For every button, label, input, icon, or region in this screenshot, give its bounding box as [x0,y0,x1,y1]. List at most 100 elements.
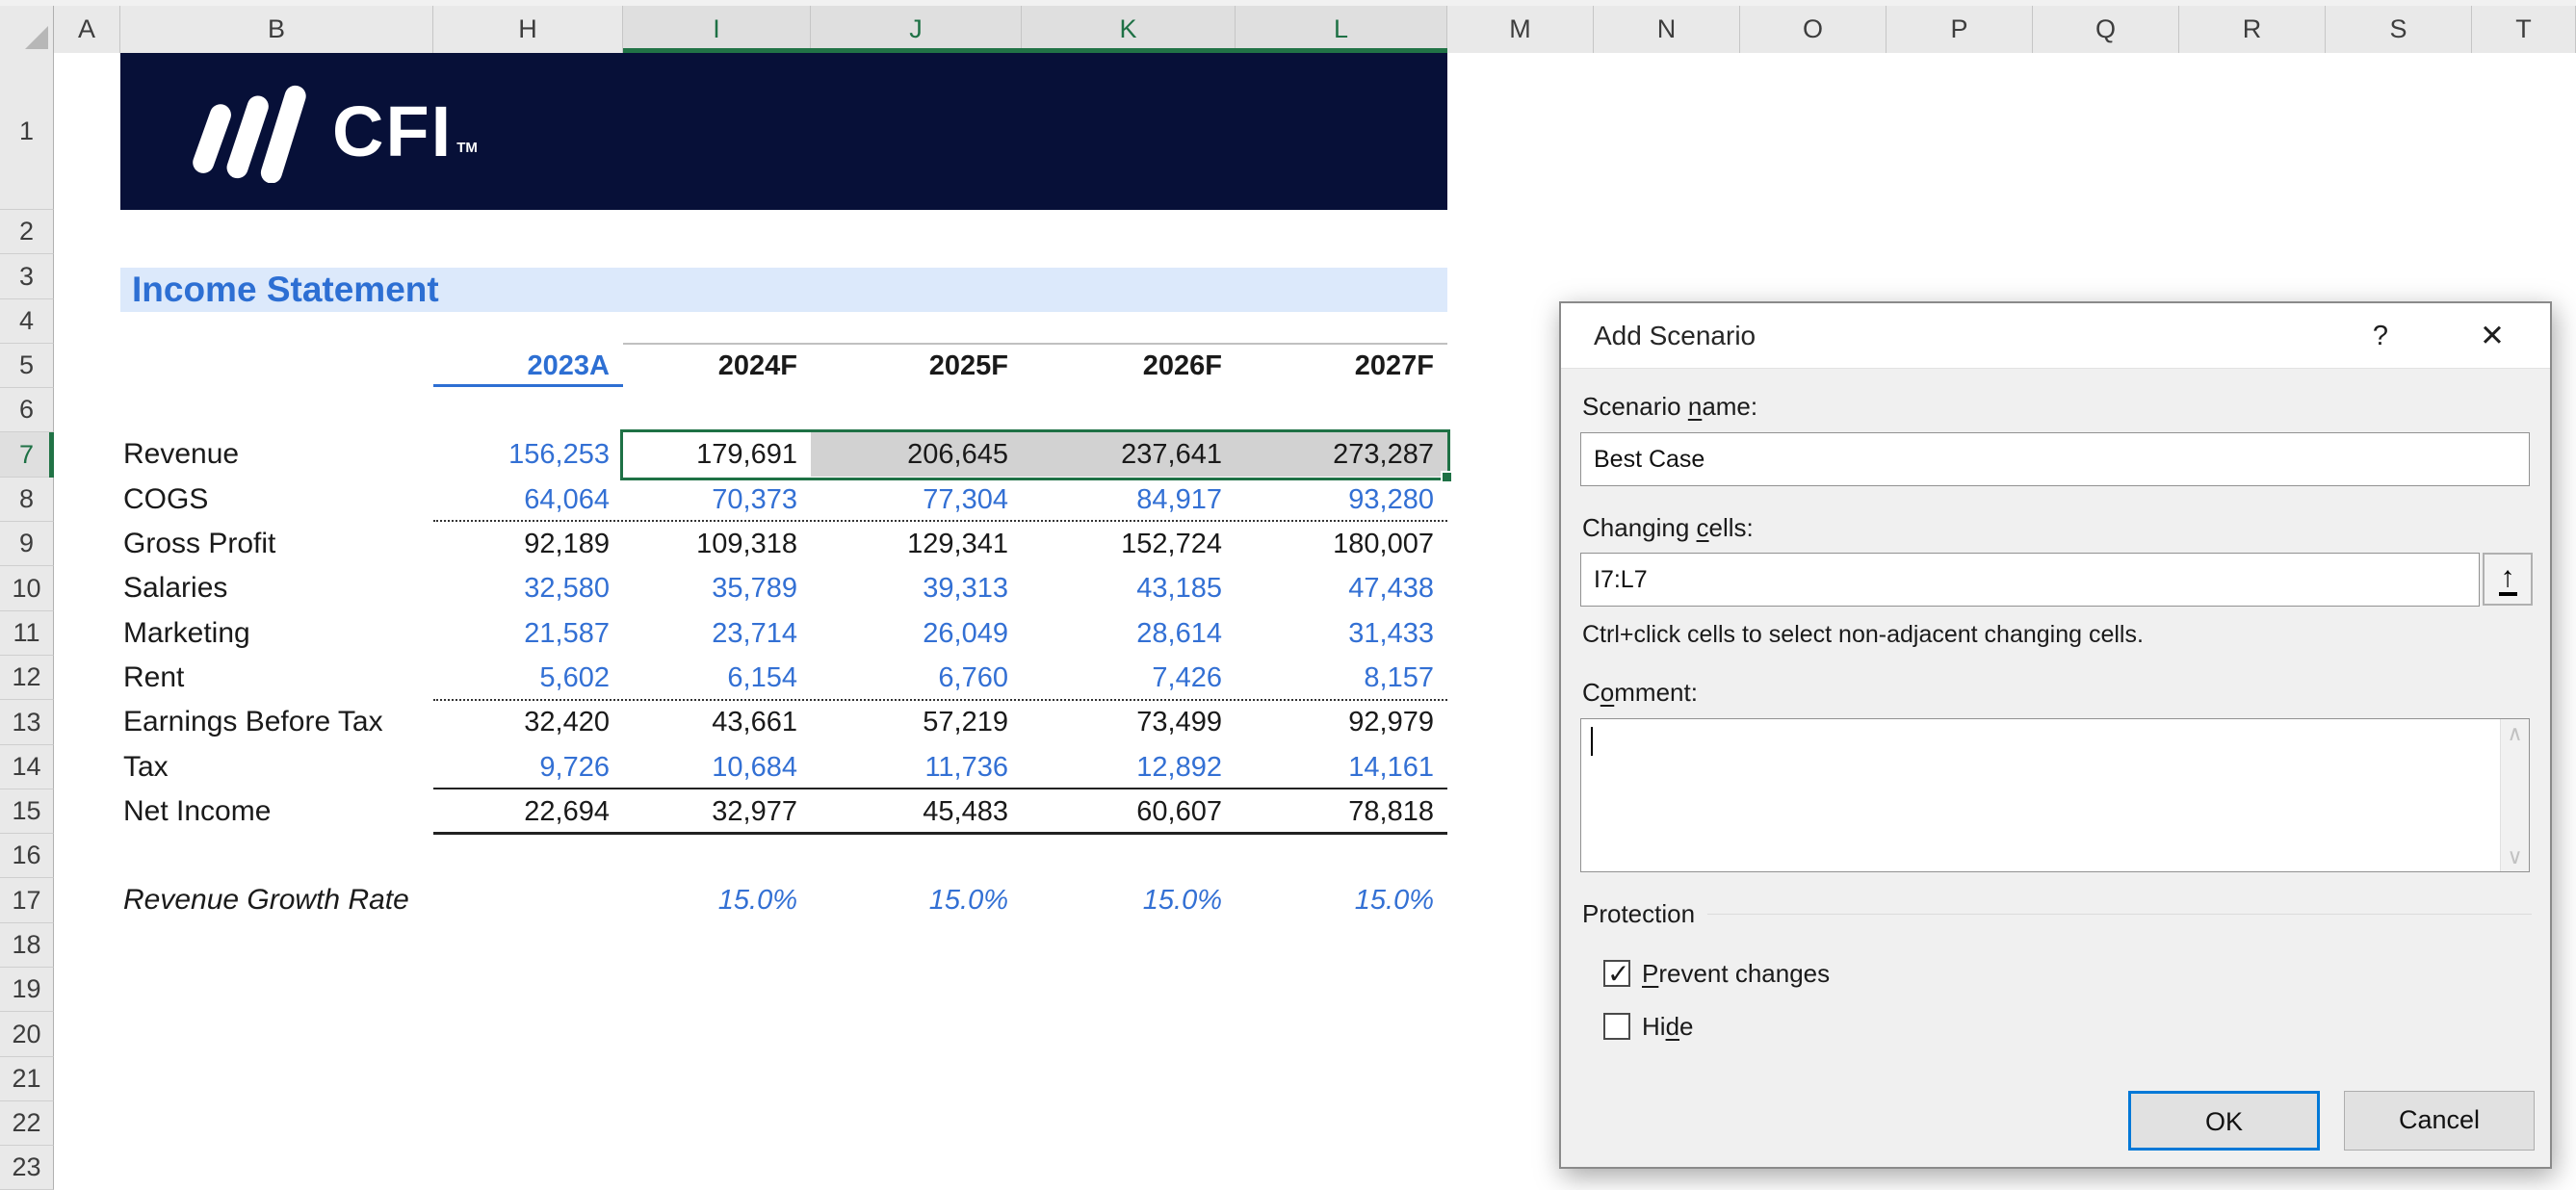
cell-label[interactable]: Marketing [123,611,431,656]
income-statement-title-band[interactable]: Income Statement [120,268,1447,312]
row-header-23[interactable]: 23 [0,1146,54,1190]
cell-value[interactable]: 92,189 [433,522,623,566]
row-header-19[interactable]: 19 [0,968,54,1012]
cell-value[interactable]: 15.0% [1022,878,1236,922]
cell-value[interactable]: 73,499 [1022,700,1236,744]
column-header-R[interactable]: R [2179,6,2326,53]
cell-value[interactable]: 32,420 [433,700,623,744]
row-header-13[interactable]: 13 [0,700,54,745]
cell-value[interactable]: 21,587 [433,611,623,656]
cell-value[interactable]: 129,341 [811,522,1022,566]
comment-textarea[interactable]: ∧ ∨ [1580,718,2530,872]
row-header-15[interactable]: 15 [0,789,54,834]
cell-value[interactable]: 15.0% [1236,878,1447,922]
cell-value[interactable]: 57,219 [811,700,1022,744]
help-icon[interactable]: ? [2351,303,2410,369]
column-header-Q[interactable]: Q [2033,6,2179,53]
cancel-button[interactable]: Cancel [2344,1091,2535,1151]
row-header-4[interactable]: 4 [0,299,54,344]
comment-scrollbar[interactable]: ∧ ∨ [2500,719,2529,871]
cell-label[interactable]: Gross Profit [123,522,431,566]
row-header-1[interactable]: 1 [0,53,54,210]
row-header-9[interactable]: 9 [0,522,54,566]
cell-value[interactable]: 156,253 [433,432,623,477]
cell-value[interactable]: 43,185 [1022,566,1236,610]
column-header-H[interactable]: H [433,6,623,53]
cell-label[interactable]: Tax [123,745,431,789]
row-header-10[interactable]: 10 [0,566,54,611]
scenario-name-input[interactable] [1580,432,2530,486]
row-header-22[interactable]: 22 [0,1101,54,1146]
cell-value[interactable]: 32,580 [433,566,623,610]
column-header-S[interactable]: S [2326,6,2472,53]
cell-value[interactable]: 9,726 [433,745,623,789]
cell-value-active[interactable]: 179,691 [623,432,811,477]
cell-value[interactable]: 39,313 [811,566,1022,610]
cell-value[interactable]: 152,724 [1022,522,1236,566]
row-header-18[interactable]: 18 [0,923,54,968]
row-header-7[interactable]: 7 [0,432,54,478]
row-header-16[interactable]: 16 [0,834,54,878]
ok-button[interactable]: OK [2128,1091,2320,1151]
cell-value[interactable]: 70,373 [623,478,811,522]
row-header-2[interactable]: 2 [0,210,54,254]
cell-value-selected[interactable]: 273,287 [1236,432,1447,477]
cell-label[interactable]: Revenue Growth Rate [123,878,431,922]
year-header-2027F[interactable]: 2027F [1236,344,1447,388]
row-header-11[interactable]: 11 [0,611,54,656]
row-header-17[interactable]: 17 [0,878,54,923]
row-header-3[interactable]: 3 [0,254,54,299]
cell-value[interactable]: 26,049 [811,611,1022,656]
fill-handle[interactable] [1441,471,1453,483]
cell-value[interactable]: 84,917 [1022,478,1236,522]
cell-value[interactable]: 28,614 [1022,611,1236,656]
year-header-2026F[interactable]: 2026F [1022,344,1236,388]
cell-value[interactable]: 32,977 [623,789,811,834]
column-header-I[interactable]: I [623,6,811,53]
column-header-L[interactable]: L [1236,6,1447,53]
select-all-button[interactable] [0,6,54,53]
row-header-12[interactable]: 12 [0,656,54,700]
cell-value[interactable]: 5,602 [433,656,623,700]
cell-value-selected[interactable]: 206,645 [811,432,1022,477]
cell-value[interactable]: 12,892 [1022,745,1236,789]
cell-value[interactable]: 22,694 [433,789,623,834]
row-header-8[interactable]: 8 [0,478,54,522]
cell-value[interactable]: 14,161 [1236,745,1447,789]
row-header-14[interactable]: 14 [0,745,54,789]
cell-value[interactable]: 15.0% [811,878,1022,922]
cell-value[interactable]: 31,433 [1236,611,1447,656]
column-header-P[interactable]: P [1886,6,2033,53]
column-header-J[interactable]: J [811,6,1022,53]
cell-value[interactable]: 10,684 [623,745,811,789]
cell-value[interactable]: 35,789 [623,566,811,610]
scroll-up-icon[interactable]: ∧ [2507,723,2522,744]
hide-checkbox[interactable] [1603,1013,1630,1040]
cell-value[interactable]: 47,438 [1236,566,1447,610]
cell-value[interactable]: 180,007 [1236,522,1447,566]
changing-cells-input[interactable] [1580,553,2480,607]
column-header-M[interactable]: M [1447,6,1594,53]
column-header-N[interactable]: N [1594,6,1740,53]
cell-label[interactable]: Salaries [123,566,431,610]
cell-value[interactable]: 11,736 [811,745,1022,789]
cell-label[interactable]: Rent [123,656,431,700]
cell-value[interactable]: 78,818 [1236,789,1447,834]
cell-value[interactable]: 7,426 [1022,656,1236,700]
cell-value[interactable]: 15.0% [623,878,811,922]
row-header-21[interactable]: 21 [0,1057,54,1101]
column-header-T[interactable]: T [2472,6,2576,53]
collapse-dialog-button[interactable]: ↑ [2483,553,2533,606]
cell-value[interactable]: 6,154 [623,656,811,700]
prevent-changes-option[interactable]: Prevent changes [1603,958,1830,989]
prevent-changes-checkbox[interactable] [1603,960,1630,987]
cell-value[interactable]: 64,064 [433,478,623,522]
hide-option[interactable]: Hide [1603,1011,1694,1042]
row-header-6[interactable]: 6 [0,388,54,432]
year-header-2025F[interactable]: 2025F [811,344,1022,388]
scroll-down-icon[interactable]: ∨ [2507,846,2522,867]
cell-label[interactable]: Earnings Before Tax [123,700,431,744]
cell-value[interactable]: 23,714 [623,611,811,656]
column-header-K[interactable]: K [1022,6,1236,53]
column-header-B[interactable]: B [120,6,433,53]
